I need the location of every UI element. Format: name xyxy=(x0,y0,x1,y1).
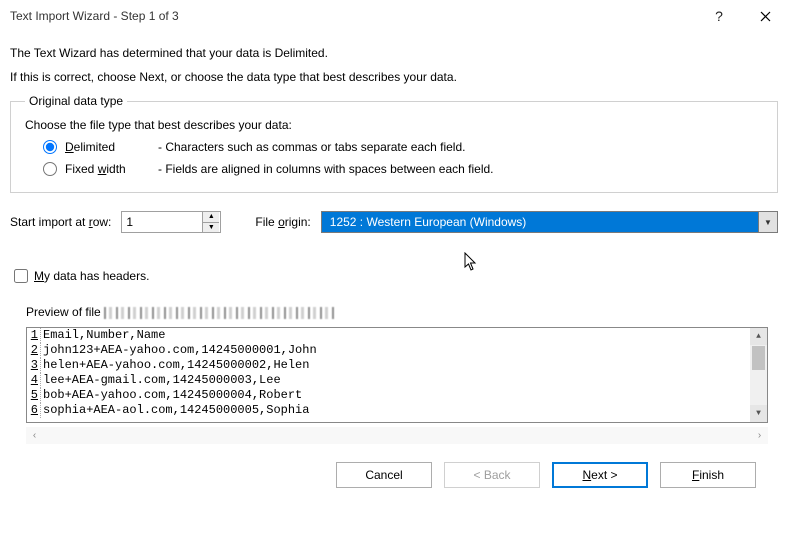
preview-line: 2john123+AEA-yahoo.com,14245000001,John xyxy=(27,343,767,358)
preview-filename-blur xyxy=(104,307,334,319)
fixed-width-radio[interactable] xyxy=(43,162,57,176)
delimited-desc: - Characters such as commas or tabs sepa… xyxy=(158,140,465,154)
preview-label: Preview of file xyxy=(26,305,778,319)
group-legend: Original data type xyxy=(25,94,127,108)
start-row-input[interactable] xyxy=(122,212,202,232)
window-title: Text Import Wizard - Step 1 of 3 xyxy=(10,9,696,23)
scroll-down-icon[interactable]: ▼ xyxy=(750,405,767,422)
scroll-left-icon[interactable]: ‹ xyxy=(26,427,43,444)
preview-line: 5bob+AEA-yahoo.com,14245000004,Robert xyxy=(27,388,767,403)
spinner-up-icon[interactable]: ▲ xyxy=(203,212,219,223)
start-row-spinner[interactable]: ▲ ▼ xyxy=(121,211,221,233)
preview-vertical-scrollbar[interactable]: ▲ ▼ xyxy=(750,328,767,422)
my-data-has-headers-label: My data has headers. xyxy=(34,269,149,283)
file-origin-value: 1252 : Western European (Windows) xyxy=(321,211,758,233)
back-button: < Back xyxy=(444,462,540,488)
close-button[interactable] xyxy=(742,0,788,32)
delimited-label: Delimited xyxy=(65,140,150,154)
intro-line-1: The Text Wizard has determined that your… xyxy=(10,46,778,60)
chevron-down-icon[interactable]: ▼ xyxy=(758,211,778,233)
delimited-radio[interactable] xyxy=(43,140,57,154)
finish-button[interactable]: Finish xyxy=(660,462,756,488)
scroll-up-icon[interactable]: ▲ xyxy=(750,328,767,345)
my-data-has-headers-checkbox[interactable] xyxy=(14,269,28,283)
titlebar: Text Import Wizard - Step 1 of 3 ? xyxy=(0,0,788,32)
file-origin-label: File origin: xyxy=(255,215,310,229)
intro-line-2: If this is correct, choose Next, or choo… xyxy=(10,70,778,84)
preview-line: 6sophia+AEA-aol.com,14245000005,Sophia xyxy=(27,403,767,418)
original-data-type-group: Original data type Choose the file type … xyxy=(10,94,778,193)
cancel-button[interactable]: Cancel xyxy=(336,462,432,488)
spinner-down-icon[interactable]: ▼ xyxy=(203,223,219,233)
close-icon xyxy=(760,11,771,22)
scroll-right-icon[interactable]: › xyxy=(751,427,768,444)
next-button[interactable]: Next > xyxy=(552,462,648,488)
preview-line: 3helen+AEA-yahoo.com,14245000002,Helen xyxy=(27,358,767,373)
fixed-width-desc: - Fields are aligned in columns with spa… xyxy=(158,162,494,176)
fixed-width-label: Fixed width xyxy=(65,162,150,176)
file-origin-select[interactable]: 1252 : Western European (Windows) ▼ xyxy=(321,211,778,233)
preview-line: 4lee+AEA-gmail.com,14245000003,Lee xyxy=(27,373,767,388)
preview-box: 1Email,Number,Name 2john123+AEA-yahoo.co… xyxy=(26,327,768,423)
group-prompt: Choose the file type that best describes… xyxy=(25,118,763,132)
preview-line: 1Email,Number,Name xyxy=(27,328,767,343)
button-row: Cancel < Back Next > Finish xyxy=(10,444,778,488)
scroll-thumb[interactable] xyxy=(752,346,765,370)
start-row-label: Start import at row: xyxy=(10,215,111,229)
help-button[interactable]: ? xyxy=(696,0,742,32)
preview-horizontal-scrollbar[interactable]: ‹ › xyxy=(26,427,768,444)
